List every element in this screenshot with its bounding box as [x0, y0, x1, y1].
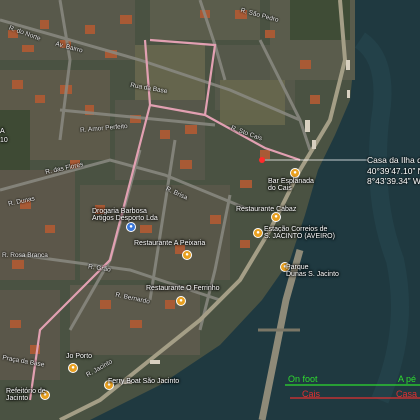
road-label: R. Rosa Branca	[2, 252, 48, 259]
edge-label: A	[0, 128, 5, 135]
legend-on-foot: On foot	[288, 374, 318, 384]
location-callout: Casa da Ilha do 40°39’47.10” N 8°43’39.3…	[367, 155, 420, 187]
poi-restaurante-cabaz[interactable]: ●	[271, 212, 281, 222]
poi-correios[interactable]: ●	[253, 228, 263, 238]
poi-label-restaurante-cabaz: Restaurante Cabaz	[236, 206, 297, 213]
poi-peixaria[interactable]: ●	[182, 250, 192, 260]
edge-label: 10	[0, 137, 8, 144]
port-pin-icon: ●	[68, 363, 78, 373]
poi-label-refeitorio: Refeitório de Jacinto	[6, 388, 46, 403]
callout-latitude: 40°39’47.10” N	[367, 165, 420, 176]
poi-label-bar-esplanada: Bar Esplanada do Cais	[268, 178, 314, 193]
poi-label-ferrinho: Restaurante O Ferrinho	[146, 285, 220, 292]
restaurant-pin-icon: ●	[290, 168, 300, 178]
restaurant-pin-icon: ●	[271, 212, 281, 222]
poi-label-ferry: Ferry Boat São Jacinto	[108, 378, 180, 385]
poi-bar-esplanada[interactable]: ●	[290, 168, 300, 178]
poi-label-correios: Estação Correios de S. JACINTO (AVEIRO)	[264, 226, 335, 241]
callout-longitude: 8°43’39.34” W	[367, 176, 420, 187]
poi-label-drogaria: Drogaria Barbosa Artigos Desporto Lda	[92, 208, 158, 223]
poi-label-parque: Parque Dunas S. Jacinto	[286, 264, 339, 279]
restaurant-pin-icon: ●	[182, 250, 192, 260]
map-imagery	[0, 0, 420, 420]
poi-ferrinho[interactable]: ●	[176, 296, 186, 306]
satellite-map[interactable]: Casa da Ilha do 40°39’47.10” N 8°43’39.3…	[0, 0, 420, 420]
callout-title: Casa da Ilha do	[367, 155, 420, 165]
shop-pin-icon: ●	[126, 222, 136, 232]
post-office-pin-icon: ●	[253, 228, 263, 238]
poi-label-peixaria: Restaurante A Peixaria	[134, 240, 206, 247]
legend-red-right: Casa	[396, 389, 418, 399]
legend-a-pe: A pé	[398, 374, 417, 384]
restaurant-pin-icon: ●	[176, 296, 186, 306]
location-marker[interactable]	[259, 157, 265, 163]
poi-label-porto: Jo Porto	[66, 353, 93, 360]
poi-drogaria-barbosa[interactable]: ●	[126, 222, 136, 232]
poi-porto[interactable]: ●	[68, 363, 78, 373]
legend-red-left: Cais	[302, 389, 321, 399]
